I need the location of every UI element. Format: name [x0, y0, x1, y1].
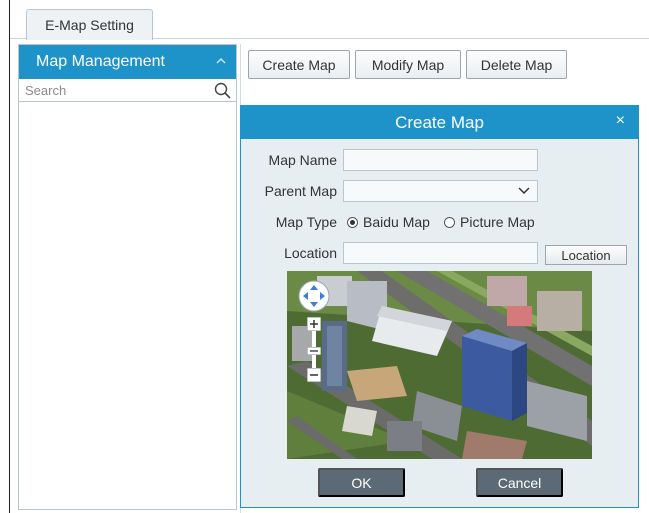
map-preview[interactable] — [287, 271, 592, 459]
pan-control-icon[interactable] — [297, 279, 331, 313]
location-button[interactable]: Location — [545, 245, 627, 265]
radio-selected-icon — [347, 216, 358, 228]
close-icon[interactable]: × — [616, 112, 625, 130]
sidebar-title: Map Management — [36, 53, 165, 70]
sidebar-search — [19, 79, 236, 102]
delete-map-button[interactable]: Delete Map — [466, 50, 567, 79]
zoom-in-icon[interactable] — [307, 317, 321, 331]
zoom-out-icon[interactable] — [307, 368, 321, 382]
parent-map-label: Parent Map — [264, 183, 337, 199]
ok-button[interactable]: OK — [318, 468, 405, 497]
map-name-label: Map Name — [268, 152, 337, 168]
radio-unselected-icon — [444, 216, 455, 228]
search-input[interactable] — [25, 80, 205, 100]
radio-picture-map[interactable]: Picture Map — [444, 214, 535, 230]
tab-bar: E-Map Setting — [10, 0, 649, 40]
chevron-down-icon — [517, 184, 531, 198]
location-label: Location — [284, 245, 337, 261]
tab-emap-setting[interactable]: E-Map Setting — [26, 9, 153, 40]
zoom-slider-handle[interactable] — [307, 347, 321, 355]
modify-map-button[interactable]: Modify Map — [355, 50, 461, 79]
parent-map-select[interactable] — [343, 180, 538, 202]
location-input[interactable] — [343, 242, 538, 264]
chevron-up-icon[interactable] — [216, 57, 226, 68]
sidebar-map-management: Map Management — [18, 44, 237, 510]
create-map-dialog: Create Map × Map Name Parent Map Map Typ… — [240, 105, 639, 508]
cancel-button[interactable]: Cancel — [476, 468, 563, 497]
dialog-header: Create Map × — [241, 106, 638, 139]
dialog-title: Create Map — [395, 112, 484, 132]
radio-picture-map-label: Picture Map — [460, 214, 535, 230]
create-map-button[interactable]: Create Map — [248, 50, 350, 79]
radio-baidu-map[interactable]: Baidu Map — [347, 214, 430, 230]
search-icon[interactable] — [214, 82, 231, 99]
map-type-label: Map Type — [275, 214, 337, 230]
sidebar-header[interactable]: Map Management — [19, 45, 236, 79]
radio-baidu-map-label: Baidu Map — [363, 214, 430, 230]
aerial-map-image — [287, 271, 592, 459]
map-name-input[interactable] — [343, 149, 538, 171]
